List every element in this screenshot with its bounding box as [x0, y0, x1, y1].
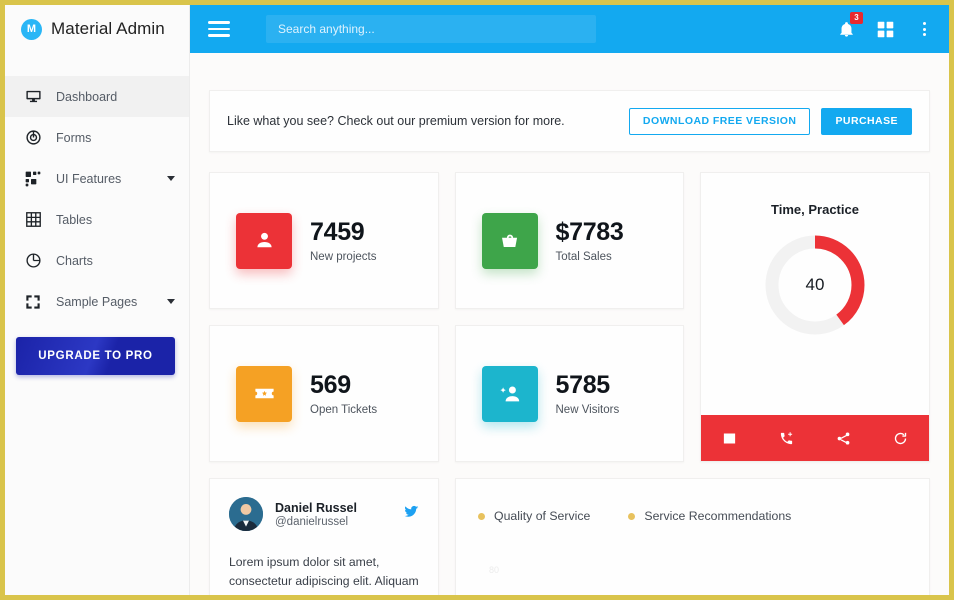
sidebar-item-tables[interactable]: Tables: [5, 199, 189, 240]
promo-text: Like what you see? Check out our premium…: [227, 114, 565, 128]
service-chart-card: Quality of Service Service Recommendatio…: [455, 478, 930, 595]
apps-button[interactable]: [874, 18, 896, 40]
hamburger-icon[interactable]: [208, 17, 230, 40]
tweet-body: Lorem ipsum dolor sit amet, consectetur …: [229, 555, 419, 595]
target-icon: [23, 128, 43, 148]
stat-label: Total Sales: [555, 250, 612, 263]
legend-dot-icon: [628, 512, 636, 520]
fullscreen-icon: [23, 292, 43, 312]
sidebar-item-label: Tables: [56, 212, 93, 227]
person-add-icon: [481, 365, 538, 422]
stat-cards-row: 7459 New projects $7783 Total Sales: [209, 172, 684, 309]
stat-card-new-projects[interactable]: 7459 New projects: [209, 172, 439, 309]
pie-chart-icon: [23, 251, 43, 271]
basket-icon: [481, 212, 538, 269]
stat-value: $7783: [555, 218, 624, 247]
stat-label: Open Tickets: [310, 403, 378, 416]
legend-item[interactable]: Service Recommendations: [628, 509, 791, 523]
stat-text: 569 Open Tickets: [310, 371, 377, 416]
sidebar-item-label: Dashboard: [56, 89, 118, 104]
chart-y-tick-label: 80: [489, 565, 500, 575]
sidebar: M Material Admin Dashboard Forms UI Feat…: [5, 5, 190, 595]
monitor-icon: [23, 87, 43, 107]
vertical-dots-icon: [922, 22, 926, 36]
stat-text: 7459 New projects: [310, 218, 376, 263]
apps-grid-icon: [877, 21, 893, 37]
time-practice-card: Time, Practice 40: [700, 172, 930, 462]
tweet-author-handle: @danielrussel: [275, 515, 349, 528]
more-options-button[interactable]: [913, 18, 935, 40]
stat-text: $7783 Total Sales: [556, 218, 624, 263]
stat-card-open-tickets[interactable]: 569 Open Tickets: [209, 325, 439, 462]
brand-logo[interactable]: M Material Admin: [5, 5, 189, 53]
top-bar: 3: [190, 5, 949, 53]
chevron-down-icon[interactable]: [167, 176, 175, 181]
brand-mark-icon: M: [21, 18, 42, 40]
tweet-header: Daniel Russel @danielrussel: [229, 497, 419, 531]
sidebar-item-ui-features[interactable]: UI Features: [5, 158, 189, 199]
grid-blocks-icon: [23, 169, 43, 189]
ticket-icon: [236, 365, 292, 422]
stat-text: 5785 New Visitors: [556, 371, 620, 416]
upgrade-to-pro-button[interactable]: UPGRADE TO PRO: [16, 337, 175, 375]
stat-cards-row: 569 Open Tickets 5785 New Visitors: [209, 325, 684, 462]
add-call-icon[interactable]: [758, 431, 815, 446]
purchase-button[interactable]: PURCHASE: [821, 107, 912, 135]
dashboard-grid: 7459 New projects $7783 Total Sales 569 …: [209, 172, 930, 462]
card-action-bar: [701, 415, 929, 461]
sidebar-item-dashboard[interactable]: Dashboard: [5, 76, 189, 117]
tweet-author: Daniel Russel @danielrussel: [275, 501, 357, 528]
donut-chart: 40: [701, 217, 929, 415]
stat-value: 569: [310, 371, 351, 400]
tweet-author-name: Daniel Russel: [275, 500, 357, 515]
sidebar-nav: Dashboard Forms UI Features Tables Chart…: [5, 76, 189, 322]
tweet-card: Daniel Russel @danielrussel Lorem ipsum …: [209, 478, 439, 595]
sidebar-item-charts[interactable]: Charts: [5, 240, 189, 281]
sidebar-item-label: Forms: [56, 130, 92, 145]
avatar: [229, 497, 263, 531]
stat-value: 7459: [310, 218, 365, 247]
legend-label: Quality of Service: [494, 509, 591, 523]
donut-chart-title: Time, Practice: [771, 202, 859, 217]
table-icon: [23, 210, 43, 230]
sidebar-item-label: Sample Pages: [56, 294, 138, 309]
chart-legend: Quality of Service Service Recommendatio…: [478, 509, 907, 523]
stat-cards-column: 7459 New projects $7783 Total Sales 569 …: [209, 172, 684, 462]
app-window: M Material Admin Dashboard Forms UI Feat…: [0, 0, 954, 600]
legend-dot-icon: [478, 512, 485, 520]
stat-card-total-sales[interactable]: $7783 Total Sales: [454, 172, 684, 309]
chevron-down-icon[interactable]: [167, 299, 175, 304]
main-content: Like what you see? Check out our premium…: [190, 53, 949, 595]
donut-chart-value: 40: [805, 275, 825, 294]
image-save-icon[interactable]: [701, 431, 758, 446]
refresh-icon[interactable]: [872, 431, 929, 446]
twitter-bird-icon[interactable]: [403, 504, 419, 525]
bottom-row: Daniel Russel @danielrussel Lorem ipsum …: [209, 478, 930, 595]
person-icon: [236, 212, 292, 269]
legend-item[interactable]: Quality of Service: [478, 509, 590, 523]
stat-card-new-visitors[interactable]: 5785 New Visitors: [454, 325, 684, 462]
stat-value: 5785: [555, 371, 611, 400]
promo-banner: Like what you see? Check out our premium…: [209, 90, 930, 152]
download-free-version-button[interactable]: DOWNLOAD FREE VERSION: [628, 107, 811, 135]
share-icon[interactable]: [815, 431, 872, 446]
brand-name: Material Admin: [51, 19, 165, 38]
search-input[interactable]: [278, 22, 584, 36]
sidebar-item-label: UI Features: [56, 171, 122, 186]
notification-badge: 3: [850, 12, 863, 24]
sidebar-item-label: Charts: [56, 253, 93, 268]
sidebar-item-sample-pages[interactable]: Sample Pages: [5, 281, 189, 322]
notifications-button[interactable]: 3: [835, 12, 863, 40]
search-box[interactable]: [266, 15, 596, 43]
stat-label: New projects: [310, 250, 377, 263]
stat-label: New Visitors: [555, 403, 620, 416]
sidebar-item-forms[interactable]: Forms: [5, 117, 189, 158]
legend-label: Service Recommendations: [644, 509, 792, 523]
top-bar-actions: 3: [835, 12, 935, 40]
